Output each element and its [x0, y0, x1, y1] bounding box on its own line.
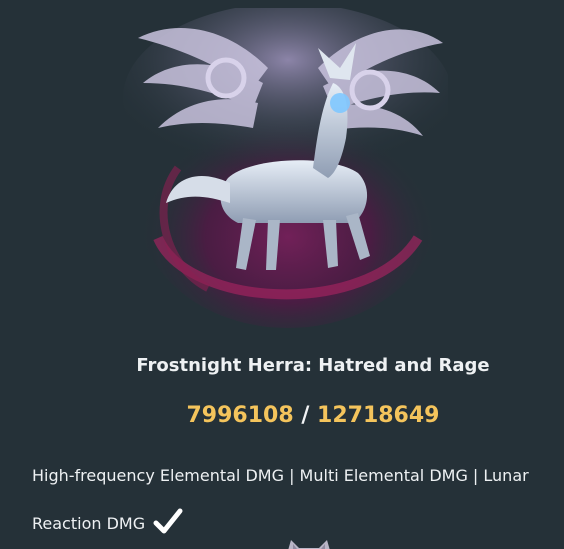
hp-max-value: 12718649 [317, 403, 440, 428]
boss-hp: 7996108 / 12718649 [0, 403, 564, 428]
boss-art-image [123, 8, 448, 328]
checkmark-icon [153, 508, 183, 533]
boss-card: Frostnight Herra: Hatred and Rage 799610… [0, 0, 564, 549]
boss-tags-text: High-frequency Elemental DMG | Multi Ele… [32, 466, 529, 533]
boss-tags: High-frequency Elemental DMG | Multi Ele… [32, 452, 557, 548]
cat-ears-icon [288, 540, 330, 549]
boss-name: Frostnight Herra: Hatred and Rage [136, 355, 490, 376]
hp-separator: / [293, 403, 318, 428]
hp-current-value: 7996108 [186, 403, 294, 428]
